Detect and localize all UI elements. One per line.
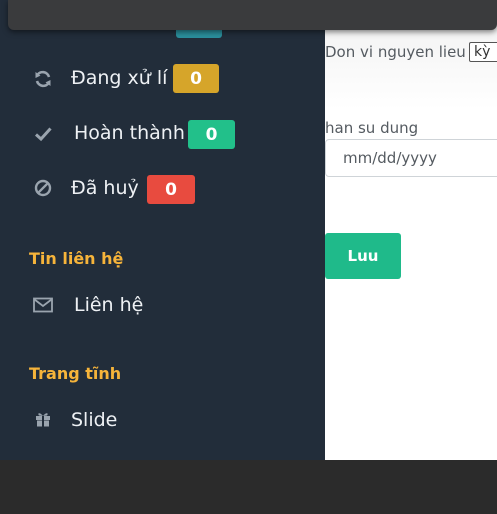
sidebar: Đang xử lí 0 Hoàn thành 0 Đã huỷ 0 Tin l… bbox=[0, 0, 325, 460]
sidebar-item-completed[interactable]: Hoàn thành 0 bbox=[0, 114, 325, 154]
bottom-dark-area bbox=[0, 460, 497, 514]
unit-label: Don vi nguyen lieu bbox=[325, 43, 466, 61]
top-overlay-bar bbox=[8, 0, 497, 30]
section-header-static-pages: Trang tĩnh bbox=[29, 364, 122, 383]
cancelled-count-badge: 0 bbox=[147, 175, 195, 204]
save-button[interactable]: Luu bbox=[325, 233, 401, 279]
sidebar-item-cancelled[interactable]: Đã huỷ 0 bbox=[0, 169, 325, 209]
gift-icon bbox=[33, 409, 53, 429]
check-icon bbox=[33, 124, 53, 144]
section-header-contact: Tin liên hệ bbox=[29, 249, 124, 268]
sidebar-item-processing[interactable]: Đang xử lí 0 bbox=[0, 59, 325, 99]
refresh-icon bbox=[33, 69, 53, 89]
ban-icon bbox=[33, 178, 53, 198]
sidebar-item-label: Đã huỷ bbox=[71, 177, 139, 199]
app: Đang xử lí 0 Hoàn thành 0 Đã huỷ 0 Tin l… bbox=[0, 0, 497, 460]
sidebar-item-contact[interactable]: Liên hệ bbox=[0, 286, 325, 326]
expiry-placeholder: mm/dd/yyyy bbox=[343, 149, 437, 167]
sidebar-item-label: Slide bbox=[71, 409, 118, 431]
expiry-date-input[interactable]: mm/dd/yyyy bbox=[325, 139, 497, 177]
sidebar-item-slide[interactable]: Slide bbox=[0, 401, 325, 441]
sidebar-item-label: Hoàn thành bbox=[74, 122, 185, 144]
main-content: Don vi nguyen lieu kỳ han su dung mm/dd/… bbox=[325, 0, 497, 460]
sidebar-item-label: Đang xử lí bbox=[71, 67, 168, 89]
completed-count-badge: 0 bbox=[188, 120, 235, 149]
envelope-icon bbox=[33, 295, 53, 315]
expiry-label: han su dung bbox=[325, 119, 419, 137]
sidebar-item-label: Liên hệ bbox=[74, 294, 144, 316]
unit-select[interactable]: kỳ bbox=[469, 42, 497, 62]
processing-count-badge: 0 bbox=[173, 64, 219, 93]
